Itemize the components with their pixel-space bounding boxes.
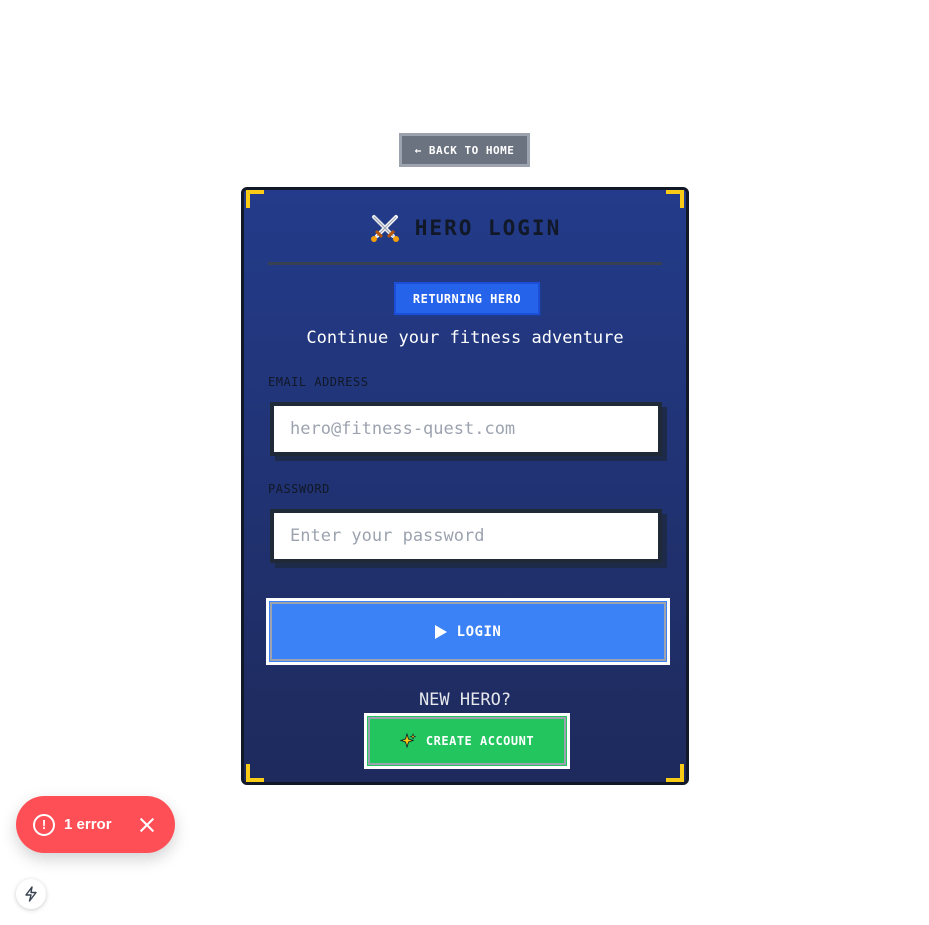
close-icon[interactable] bbox=[138, 816, 156, 834]
dev-tools-button[interactable] bbox=[16, 879, 46, 909]
corner-accent-bottom-left bbox=[246, 764, 264, 782]
login-button-label: LOGIN bbox=[456, 623, 502, 640]
crossed-swords-icon bbox=[370, 215, 399, 242]
corner-accent-top-right bbox=[666, 190, 684, 208]
page: ← BACK TO HOME HERO LOGIN RETURNING HERO… bbox=[0, 0, 929, 925]
lightning-bolt-icon bbox=[25, 886, 37, 902]
corner-accent-top-left bbox=[246, 190, 264, 208]
new-hero-prompt: NEW HERO? bbox=[418, 690, 512, 710]
login-card: HERO LOGIN RETURNING HERO Continue your … bbox=[241, 187, 689, 785]
back-to-home-button[interactable]: ← BACK TO HOME bbox=[399, 133, 530, 167]
sparkles-icon bbox=[399, 733, 416, 749]
card-subtitle: Continue your fitness adventure bbox=[306, 328, 624, 348]
password-field[interactable] bbox=[270, 509, 662, 563]
alert-circle-icon: ! bbox=[33, 813, 55, 836]
login-button[interactable]: LOGIN bbox=[266, 598, 670, 665]
email-label: EMAIL ADDRESS bbox=[268, 375, 369, 389]
error-toast[interactable]: ! 1 error bbox=[16, 796, 175, 853]
email-field[interactable] bbox=[270, 402, 662, 456]
back-to-home-label: ← BACK TO HOME bbox=[414, 143, 515, 157]
returning-hero-badge: RETURNING HERO bbox=[394, 282, 540, 315]
header-divider bbox=[268, 262, 662, 265]
play-icon bbox=[434, 624, 447, 639]
corner-accent-bottom-right bbox=[666, 764, 684, 782]
password-label: PASSWORD bbox=[268, 482, 330, 496]
create-account-label: CREATE ACCOUNT bbox=[425, 734, 535, 748]
create-account-button[interactable]: CREATE ACCOUNT bbox=[364, 713, 570, 769]
page-title: HERO LOGIN bbox=[414, 216, 562, 240]
card-header: HERO LOGIN bbox=[244, 212, 686, 244]
error-count: 1 error bbox=[64, 816, 112, 833]
